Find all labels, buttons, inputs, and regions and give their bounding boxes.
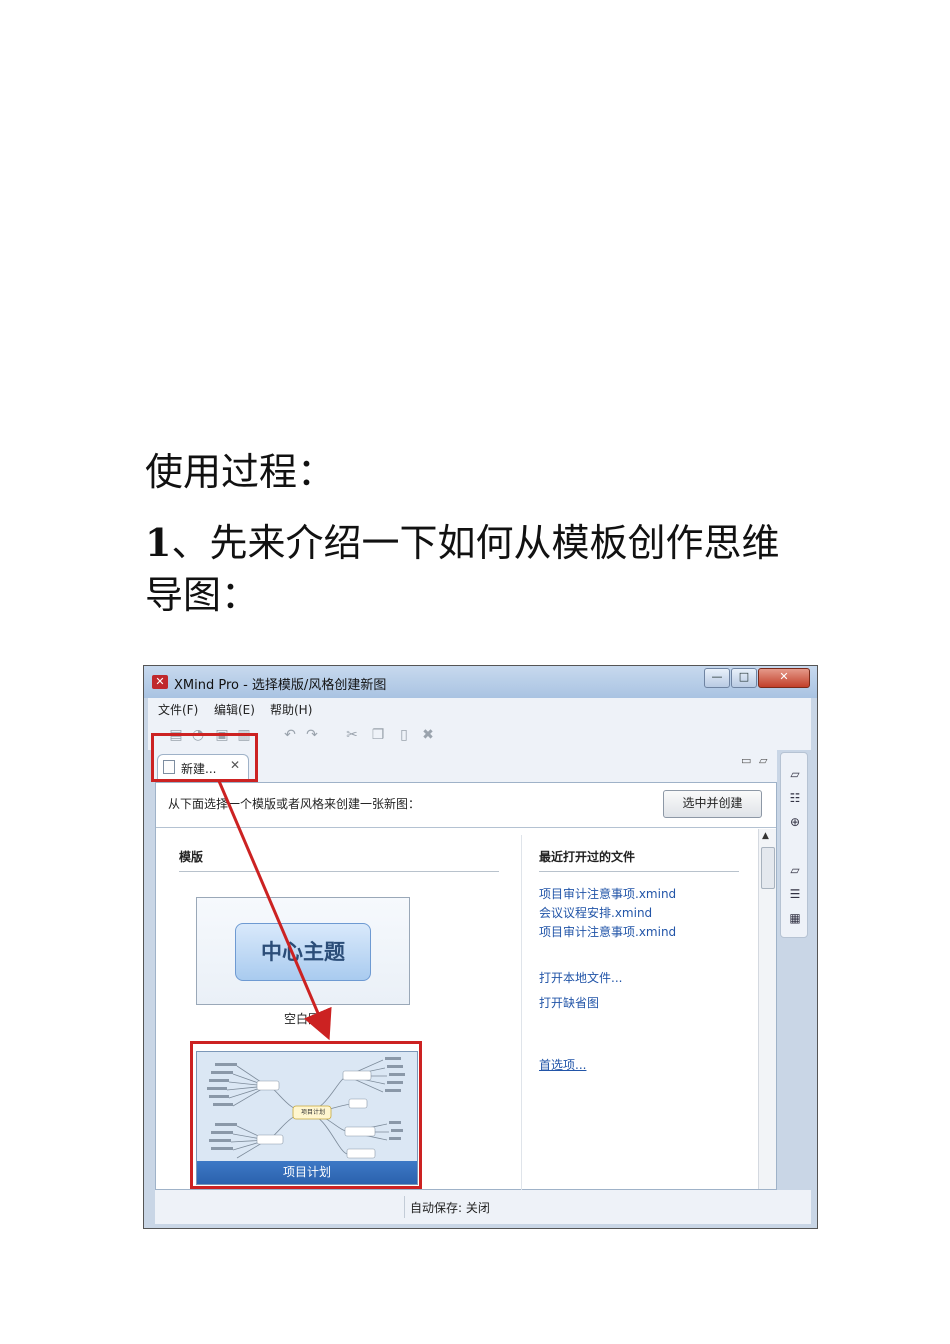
open-local-file-link[interactable]: 打开本地文件... bbox=[539, 969, 622, 986]
scroll-thumb[interactable] bbox=[761, 847, 775, 889]
divider bbox=[156, 827, 776, 828]
menu-help[interactable]: 帮助(H) bbox=[270, 701, 312, 718]
recent-files-label: 最近打开过的文件 bbox=[539, 850, 636, 864]
recent-file-link[interactable]: 会议议程安排.xmind bbox=[539, 904, 652, 921]
hint-text: 从下面选择一个模版或者风格来创建一张新图： bbox=[168, 797, 421, 811]
recent-file-link[interactable]: 项目审计注意事项.xmind bbox=[539, 923, 676, 940]
template-blank[interactable]: 中心主题 bbox=[196, 897, 410, 1005]
tab-highlight-box bbox=[151, 733, 258, 782]
close-button[interactable]: ✕ bbox=[758, 668, 810, 688]
recent-divider bbox=[539, 871, 739, 872]
view-minimize-icon[interactable]: ▭ bbox=[741, 754, 751, 767]
open-sample-link[interactable]: 打开缺省图 bbox=[539, 994, 599, 1011]
maximize-button[interactable]: □ bbox=[731, 668, 757, 688]
menu-edit[interactable]: 编辑(E) bbox=[214, 701, 255, 718]
paste-icon[interactable]: ▯ bbox=[396, 727, 412, 743]
vertical-scrollbar[interactable]: ▲ bbox=[758, 829, 776, 1189]
menu-file[interactable]: 文件(F) bbox=[158, 701, 198, 718]
step-number: 1 bbox=[145, 520, 172, 565]
create-button[interactable]: 选中并创建 bbox=[663, 790, 762, 818]
restore-panel-icon[interactable]: ▱ bbox=[787, 767, 803, 781]
scroll-up-icon[interactable]: ▲ bbox=[762, 831, 769, 841]
preferences-link[interactable]: 首选项... bbox=[539, 1056, 586, 1073]
status-separator bbox=[404, 1196, 405, 1218]
window-titlebar[interactable]: ✕ XMind Pro - 选择模版/风格创建新图 — □ ✕ bbox=[144, 666, 817, 698]
table-icon[interactable]: ▦ bbox=[787, 911, 803, 925]
cut-icon[interactable]: ✂ bbox=[344, 727, 360, 743]
undo-icon[interactable]: ↶ bbox=[282, 727, 298, 743]
window-title: XMind Pro - 选择模版/风格创建新图 bbox=[174, 678, 387, 693]
xmind-screenshot: ✕ XMind Pro - 选择模版/风格创建新图 — □ ✕ 文件(F) 编辑… bbox=[143, 665, 818, 1229]
restore-panel-icon[interactable]: ▱ bbox=[787, 863, 803, 877]
templates-divider bbox=[179, 871, 499, 872]
properties-icon[interactable]: ☰ bbox=[787, 887, 803, 901]
zoom-icon[interactable]: ⊕ bbox=[787, 815, 803, 829]
template-blank-caption: 空白图 bbox=[284, 1012, 321, 1026]
recent-file-link[interactable]: 项目审计注意事项.xmind bbox=[539, 885, 676, 902]
step-heading: 1、先来介绍一下如何从模板创作思维导图： bbox=[145, 517, 805, 621]
central-topic: 中心主题 bbox=[235, 923, 371, 981]
autosave-status: 自动保存: 关闭 bbox=[410, 1201, 490, 1215]
copy-icon[interactable]: ❐ bbox=[370, 727, 386, 743]
minimize-button[interactable]: — bbox=[704, 668, 730, 688]
templates-label: 模版 bbox=[179, 850, 204, 864]
delete-icon[interactable]: ✖ bbox=[420, 727, 436, 743]
section-heading: 使用过程： bbox=[145, 450, 336, 494]
column-divider bbox=[521, 835, 522, 1191]
template-highlight-box bbox=[190, 1041, 422, 1189]
redo-icon[interactable]: ↷ bbox=[304, 727, 320, 743]
step-text: 、先来介绍一下如何从模板创作思维导图： bbox=[145, 521, 780, 617]
view-restore-icon[interactable]: ▱ bbox=[759, 754, 767, 767]
menu-bar: 文件(F) 编辑(E) 帮助(H) bbox=[148, 698, 811, 720]
status-bar: 自动保存: 关闭 bbox=[155, 1190, 811, 1224]
xmind-logo-icon: ✕ bbox=[152, 675, 168, 689]
side-panel: ▱ ☷ ⊕ ▱ ☰ ▦ bbox=[780, 752, 808, 938]
outline-icon[interactable]: ☷ bbox=[787, 791, 803, 805]
